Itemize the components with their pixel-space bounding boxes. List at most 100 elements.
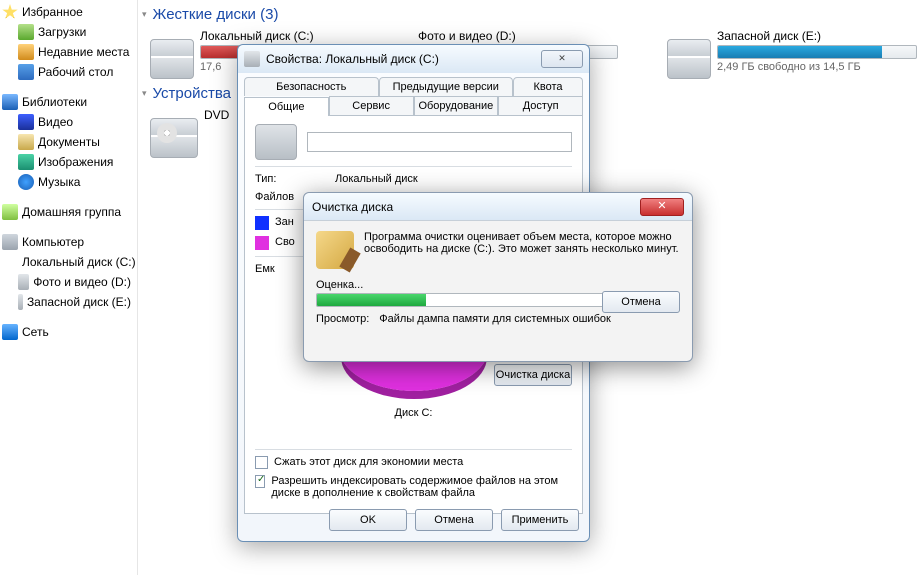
dialog-titlebar[interactable]: Очистка диска ✕: [304, 193, 692, 221]
drive-e[interactable]: Запасной диск (E:) 2,49 ГБ свободно из 1…: [667, 25, 917, 79]
used-swatch: [255, 216, 269, 230]
drive-name: Фото и видео (D:): [418, 29, 649, 43]
computer-icon: [2, 234, 18, 250]
nav-label: Документы: [38, 135, 100, 149]
nav-label: Компьютер: [22, 235, 84, 249]
cleanup-dialog: Очистка диска ✕ Программа очистки оценив…: [303, 192, 693, 362]
nav-label: Локальный диск (C:): [22, 255, 136, 269]
nav-label: Сеть: [22, 325, 49, 339]
scan-value: Файлы дампа памяти для системных ошибок: [379, 313, 611, 325]
homegroup-icon: [2, 204, 18, 220]
compress-label: Сжать этот диск для экономии места: [274, 456, 463, 469]
used-label: Зан: [275, 216, 294, 230]
nav-label: Домашняя группа: [22, 205, 121, 219]
compress-checkbox-row[interactable]: Сжать этот диск для экономии места: [255, 456, 572, 469]
nav-disk-e[interactable]: Запасной диск (E:): [0, 292, 137, 312]
nav-disk-d[interactable]: Фото и видео (D:): [0, 272, 137, 292]
nav-label: Недавние места: [38, 45, 129, 59]
favorites-label: Избранное: [22, 5, 83, 19]
nav-images[interactable]: Изображения: [0, 152, 137, 172]
chevron-down-icon: ▾: [142, 9, 147, 20]
navigation-pane: Избранное Загрузки Недавние места Рабочи…: [0, 0, 138, 575]
image-icon: [18, 154, 34, 170]
scan-label: Просмотр:: [316, 313, 369, 325]
music-icon: [18, 174, 34, 190]
drive-name: Запасной диск (E:): [717, 29, 917, 43]
nav-label: Запасной диск (E:): [27, 295, 131, 309]
network-header[interactable]: Сеть: [0, 322, 137, 342]
index-label: Разрешить индексировать содержимое файло…: [271, 475, 572, 499]
desktop-icon: [18, 64, 34, 80]
hdd-icon: [255, 124, 297, 160]
nav-label: Библиотеки: [22, 95, 87, 109]
dvd-icon: [150, 118, 198, 158]
section-title: Жесткие диски (3): [153, 6, 279, 23]
nav-downloads[interactable]: Загрузки: [0, 22, 137, 42]
type-value: Локальный диск: [335, 173, 418, 185]
nav-music[interactable]: Музыка: [0, 172, 137, 192]
tab-strip: Безопасность Предыдущие версии Квота Общ…: [244, 77, 583, 116]
tab-tools[interactable]: Сервис: [329, 96, 414, 115]
hdd-icon: [667, 39, 711, 79]
tab-security[interactable]: Безопасность: [244, 77, 379, 96]
homegroup-header[interactable]: Домашняя группа: [0, 202, 137, 222]
drive-usage-bar: [717, 45, 917, 59]
progress-fill: [317, 294, 426, 306]
pie-label: Диск C:: [255, 407, 572, 419]
hdd-icon: [18, 294, 23, 310]
library-icon: [2, 94, 18, 110]
cancel-button[interactable]: Отмена: [602, 291, 680, 313]
nav-desktop[interactable]: Рабочий стол: [0, 62, 137, 82]
nav-video[interactable]: Видео: [0, 112, 137, 132]
favorites-header[interactable]: Избранное: [0, 2, 137, 22]
free-swatch: [255, 236, 269, 250]
tab-previous-versions[interactable]: Предыдущие версии: [379, 77, 514, 96]
drive-name: Локальный диск (C:): [200, 29, 400, 43]
index-checkbox[interactable]: [255, 475, 265, 488]
cleanup-message: Программа очистки оценивает объем места,…: [364, 231, 680, 269]
chevron-down-icon: ▾: [142, 88, 147, 99]
tab-quota[interactable]: Квота: [513, 77, 583, 96]
section-title: Устройства: [153, 85, 231, 102]
network-icon: [2, 324, 18, 340]
broom-icon: [316, 231, 354, 269]
libraries-header[interactable]: Библиотеки: [0, 92, 137, 112]
dialog-title: Очистка диска: [312, 200, 640, 214]
compress-checkbox[interactable]: [255, 456, 268, 469]
close-button[interactable]: ✕: [640, 198, 684, 216]
recent-icon: [18, 44, 34, 60]
nav-label: Видео: [38, 115, 73, 129]
tab-hardware[interactable]: Оборудование: [414, 96, 499, 115]
dialog-title: Свойства: Локальный диск (C:): [266, 52, 541, 66]
disk-cleanup-button[interactable]: Очистка диска: [494, 364, 572, 386]
apply-button[interactable]: Применить: [501, 509, 579, 531]
section-hard-disks[interactable]: ▾ Жесткие диски (3): [138, 0, 917, 25]
close-button[interactable]: ✕: [541, 50, 583, 68]
computer-header[interactable]: Компьютер: [0, 232, 137, 252]
star-icon: [2, 4, 18, 20]
hdd-icon: [150, 39, 194, 79]
nav-documents[interactable]: Документы: [0, 132, 137, 152]
volume-label-input[interactable]: [307, 132, 572, 152]
hdd-icon: [18, 274, 29, 290]
nav-disk-c[interactable]: Локальный диск (C:): [0, 252, 137, 272]
nav-recent[interactable]: Недавние места: [0, 42, 137, 62]
type-label: Тип:: [255, 173, 335, 185]
download-icon: [18, 24, 34, 40]
estimating-label: Оценка...: [316, 279, 680, 291]
nav-label: Фото и видео (D:): [33, 275, 131, 289]
ok-button[interactable]: OK: [329, 509, 407, 531]
cancel-button[interactable]: Отмена: [415, 509, 493, 531]
nav-label: Музыка: [38, 175, 80, 189]
tab-sharing[interactable]: Доступ: [498, 96, 583, 115]
nav-label: Изображения: [38, 155, 113, 169]
index-checkbox-row[interactable]: Разрешить индексировать содержимое файло…: [255, 475, 572, 499]
drive-status: 2,49 ГБ свободно из 14,5 ГБ: [717, 61, 917, 73]
tab-general[interactable]: Общие: [244, 97, 329, 116]
free-label: Сво: [275, 236, 295, 250]
document-icon: [18, 134, 34, 150]
nav-label: Рабочий стол: [38, 65, 113, 79]
video-icon: [18, 114, 34, 130]
dialog-titlebar[interactable]: Свойства: Локальный диск (C:) ✕: [238, 45, 589, 73]
nav-label: Загрузки: [38, 25, 86, 39]
